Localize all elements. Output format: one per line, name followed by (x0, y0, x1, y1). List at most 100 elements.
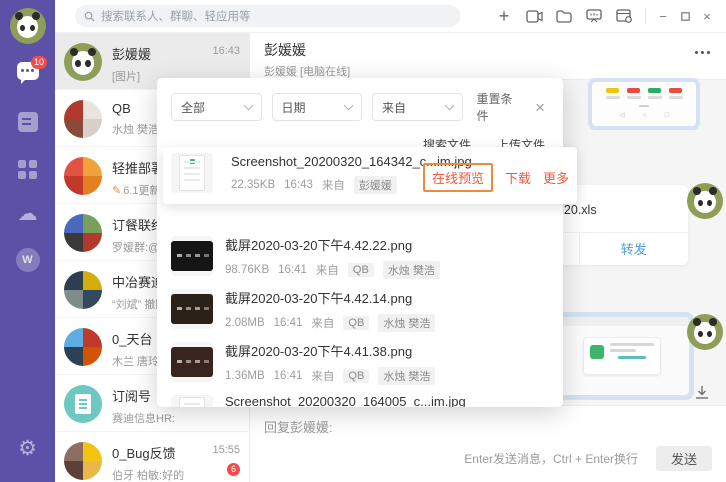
image-thumbnail (171, 342, 213, 382)
file-time: 16:41 (274, 370, 303, 382)
file-size: 98.76KB (225, 264, 269, 276)
from-sender-tag: 水烛 樊浩 (383, 261, 440, 279)
draft-pencil-icon: ✎ (112, 185, 121, 197)
file-name: 截屏2020-03-20下午4.42.14.png (225, 288, 563, 307)
image-thumbnail (171, 395, 213, 407)
video-call-icon[interactable] (519, 3, 549, 29)
file-name: 截屏2020-03-20下午4.42.22.png (225, 235, 563, 254)
search-placeholder: 搜索联系人、群聊、轻应用等 (101, 8, 251, 24)
file-row[interactable]: 截屏2020-03-20下午4.42.14.png 2.08MB 16:41 来… (157, 284, 563, 337)
subscriptions-avatar-icon (64, 385, 102, 423)
reset-filters-link[interactable]: 重置条件 (477, 90, 522, 124)
group-avatar (64, 271, 102, 309)
from-label: 来自 (316, 262, 339, 278)
file-name: 截屏2020-03-20下午4.41.38.png (225, 341, 563, 360)
send-hint: Enter发送消息，Ctrl + Enter换行 (464, 450, 638, 467)
file-size: 2.08MB (225, 317, 265, 329)
file-row[interactable]: 截屏2020-03-20下午4.41.38.png 1.36MB 16:41 来… (157, 337, 563, 390)
maximize-button[interactable] (674, 3, 696, 29)
search-icon (84, 11, 95, 22)
file-row-hovered[interactable]: Screenshot_20200320_164342_c...im.jpg 22… (163, 147, 577, 204)
filter-type-select[interactable]: 全部 (171, 93, 262, 121)
apps-grid-icon (18, 160, 37, 179)
file-row[interactable]: 截屏2020-03-20下午4.42.22.png 98.76KB 16:41 … (157, 231, 563, 284)
sidebar: 10 ☁ W ⚙ (0, 0, 55, 482)
sidebar-item-contacts[interactable] (0, 112, 55, 132)
more-options-icon[interactable] (695, 51, 710, 54)
image-message-thumbnail: ◁○□ (592, 82, 696, 126)
from-sender-tag: 彭媛媛 (354, 176, 397, 194)
file-size: 22.35KB (231, 179, 275, 191)
file-size: 1.36MB (225, 370, 265, 382)
cloud-icon: ☁ (18, 204, 38, 224)
file-name: Screenshot_20200320_164005_c...im.jpg (225, 394, 563, 407)
toolbar-divider (645, 8, 646, 24)
online-preview-link[interactable]: 在线预览 (423, 163, 493, 192)
chevron-down-icon (444, 101, 454, 111)
user-avatar[interactable] (0, 8, 55, 44)
from-label: 来自 (322, 177, 345, 193)
from-sender-tag: 水烛 樊浩 (378, 314, 435, 332)
from-group-tag: QB (348, 263, 374, 277)
group-avatar (64, 157, 102, 195)
from-label: 来自 (311, 368, 334, 384)
topbar: 搜索联系人、群聊、轻应用等 + − × (55, 0, 726, 33)
sidebar-item-chats[interactable]: 10 (0, 62, 55, 80)
chat-title: 彭媛媛 (264, 40, 712, 60)
chat-time: 16:43 (212, 45, 240, 57)
from-label: 来自 (311, 315, 334, 331)
unread-badge: 6 (227, 463, 240, 476)
group-avatar (64, 328, 102, 366)
group-avatar (64, 442, 102, 480)
image-message[interactable] (552, 312, 694, 400)
filter-bar: 全部 日期 来自 重置条件 × (157, 78, 563, 132)
message-input-placeholder: 回复彭媛媛: (264, 417, 712, 436)
group-avatar (64, 214, 102, 252)
chat-preview: 赛迪信息HR: (112, 410, 240, 426)
from-sender-tag: 水烛 樊浩 (378, 367, 435, 385)
sidebar-item-settings[interactable]: ⚙ (0, 438, 55, 459)
group-avatar (64, 100, 102, 138)
panda-avatar-icon (10, 8, 46, 44)
sidebar-item-docs[interactable]: W (0, 248, 55, 272)
search-input[interactable]: 搜索联系人、群聊、轻应用等 (75, 5, 460, 27)
close-icon[interactable]: × (531, 97, 549, 118)
chat-list-item[interactable]: 0_Bug反馈 伯牙 柏敏:好的 15:55 6 (55, 432, 249, 482)
send-button[interactable]: 发送 (656, 446, 712, 471)
more-link[interactable]: 更多 (543, 168, 569, 187)
file-search-dialog: 全部 日期 来自 重置条件 × 搜索文件 上传文件 截屏2020-03-20下午… (157, 78, 563, 407)
file-time: 16:41 (278, 264, 307, 276)
chat-status: 彭媛媛 [电脑在线] (264, 63, 712, 79)
minimize-button[interactable]: − (652, 3, 674, 29)
toolbar: + − × (489, 3, 726, 29)
forward-link[interactable]: 转发 (579, 233, 689, 264)
plus-icon[interactable]: + (489, 3, 519, 29)
image-message-thumbnail (557, 317, 689, 395)
from-group-tag: QB (343, 316, 369, 330)
file-time: 16:43 (284, 179, 313, 191)
file-list: 截屏2020-03-20下午4.42.22.png 98.76KB 16:41 … (157, 231, 563, 407)
message-avatar[interactable] (687, 183, 723, 219)
whiteboard-icon[interactable] (579, 3, 609, 29)
filter-from-select[interactable]: 来自 (372, 93, 463, 121)
file-row[interactable]: Screenshot_20200320_164005_c...im.jpg 31… (157, 390, 563, 407)
image-thumbnail (171, 289, 213, 329)
folder-icon[interactable] (549, 3, 579, 29)
image-message[interactable]: ◁○□ (588, 78, 700, 130)
message-avatar[interactable] (687, 314, 723, 350)
image-thumbnail (171, 153, 213, 193)
message-input-area[interactable]: 回复彭媛媛: Enter发送消息，Ctrl + Enter换行 发送 (250, 405, 726, 482)
chat-time: 15:55 (212, 444, 240, 456)
from-group-tag: QB (343, 369, 369, 383)
workspace-icon[interactable] (609, 3, 639, 29)
unread-badge: 10 (31, 56, 47, 69)
chevron-down-icon (344, 101, 354, 111)
sidebar-item-apps[interactable] (0, 160, 55, 179)
panda-avatar-icon (64, 43, 102, 81)
close-button[interactable]: × (696, 3, 718, 29)
filter-date-select[interactable]: 日期 (272, 93, 363, 121)
sidebar-item-cloud[interactable]: ☁ (0, 204, 55, 224)
download-file-icon[interactable] (694, 385, 710, 400)
docs-w-icon: W (16, 248, 40, 272)
download-link[interactable]: 下载 (505, 168, 531, 187)
